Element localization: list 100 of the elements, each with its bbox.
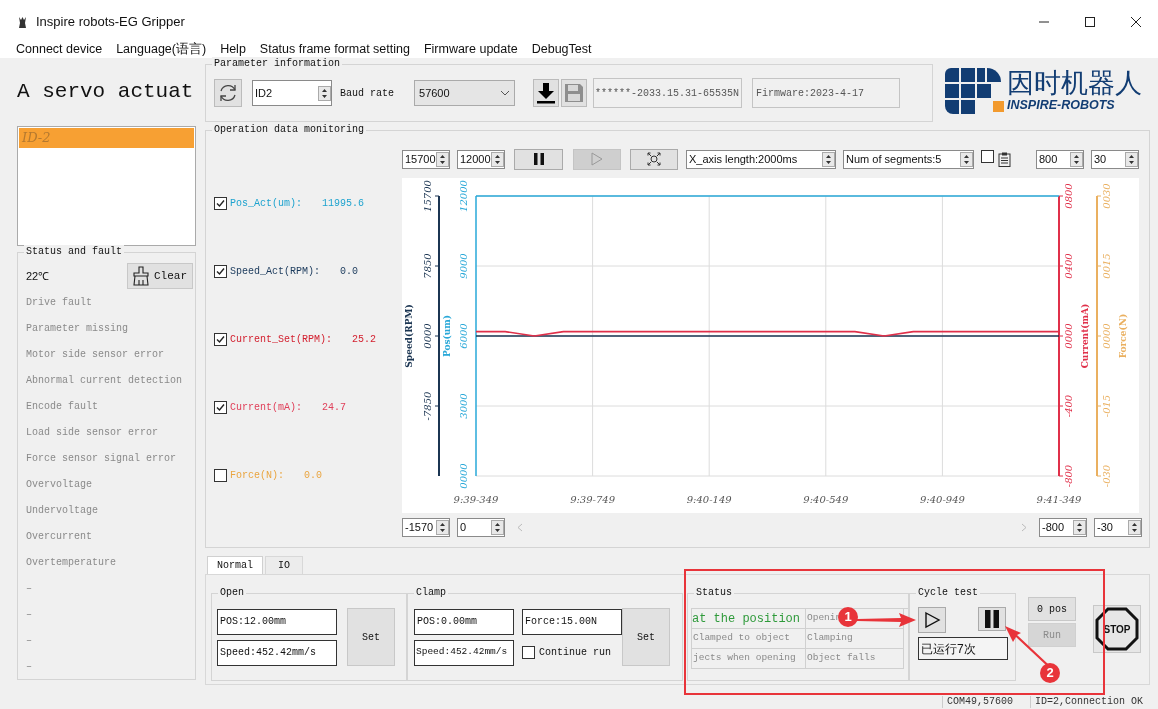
maximize-icon[interactable] (1084, 16, 1096, 28)
play-icon (590, 152, 604, 166)
number-field[interactable]: 0 (457, 517, 505, 537)
axis-title: Force(N) (1117, 313, 1128, 359)
firmware-field[interactable]: Firmware:2023-4-17 (752, 78, 900, 108)
signal-label: Speed_Act(RPM): (230, 264, 320, 279)
axis-tick-label: 0400 (1062, 253, 1074, 279)
fault-label: Undervoltage (26, 503, 98, 518)
tab[interactable]: IO (265, 556, 303, 574)
pause-button[interactable] (514, 148, 563, 170)
set-button[interactable]: Set (622, 608, 670, 666)
speed-field[interactable]: Speed:452.42mm/s (414, 639, 514, 666)
number-field[interactable]: 12000 (457, 149, 505, 169)
logo-icon (945, 68, 1005, 114)
fault-label: – (26, 659, 32, 674)
stop-button[interactable]: STOP (1093, 605, 1141, 653)
clear-button[interactable]: Clear (127, 263, 193, 289)
tab[interactable]: Normal (207, 556, 263, 574)
number-field[interactable]: 30 (1091, 149, 1139, 169)
pause-button[interactable] (978, 607, 1006, 631)
status-bar-text: ID=2,Connection OK (1030, 696, 1152, 708)
fault-label: Encode fault (26, 399, 98, 414)
fault-label: Overtemperature (26, 555, 116, 570)
x-tick-label: 9:40-149 (686, 494, 732, 505)
octagon-icon (1095, 607, 1139, 651)
status-cell: at the position (692, 609, 806, 629)
signal-label: Current_Set(RPM): (230, 332, 333, 347)
checkbox[interactable] (214, 468, 227, 482)
x-tick-label: 9:39-349 (453, 494, 499, 505)
menu-item[interactable]: Status frame format setting (259, 39, 410, 59)
axis-tick-label: 6000 (457, 323, 469, 349)
number-field[interactable]: -1570 (402, 517, 450, 537)
signal-value: 0.0 (304, 468, 323, 483)
zero-position-button[interactable]: 0 pos (1028, 597, 1076, 621)
position-field[interactable]: POS:0.00mm (414, 608, 514, 635)
number-field[interactable]: X_axis length:2000ms (686, 149, 836, 169)
baud-rate-label: Baud rate (340, 86, 394, 101)
fault-label: – (26, 633, 32, 648)
number-field[interactable]: -30 (1094, 517, 1142, 537)
menu-item[interactable]: DebugTest (531, 39, 592, 59)
chevron-right-icon (1021, 522, 1027, 532)
fault-label: – (26, 581, 32, 596)
signal-value: 0.0 (340, 264, 359, 279)
checkbox[interactable] (214, 332, 227, 346)
axis-tick-label: 15700 (421, 180, 433, 212)
x-tick-label: 9:40-549 (803, 494, 849, 505)
number-field[interactable]: ID2 (252, 80, 332, 106)
refresh-button[interactable] (214, 79, 242, 107)
checkbox[interactable] (214, 196, 227, 210)
checkbox[interactable] (214, 400, 227, 414)
axis-tick-label: -400 (1062, 394, 1074, 418)
checkbox[interactable] (522, 646, 535, 659)
spin-arrows-icon (960, 151, 973, 167)
status-cell: Clamped to object (692, 629, 806, 649)
axis-tick-label: 9000 (457, 253, 469, 279)
menu-item[interactable]: Connect device (16, 39, 103, 59)
spin-arrows-icon (1125, 151, 1138, 167)
group-title: Clamp (414, 586, 448, 600)
force-field[interactable]: Force:15.00N (522, 608, 622, 635)
fit-button[interactable] (630, 148, 678, 170)
menu-item[interactable]: Help (220, 39, 246, 59)
position-field[interactable]: POS:12.00mm (217, 608, 337, 635)
fault-label: Motor side sensor error (26, 347, 165, 362)
play-icon (923, 611, 941, 629)
baud-rate-dropdown[interactable]: 57600 (414, 80, 515, 106)
number-field[interactable]: 15700 (402, 149, 450, 169)
axis-tick-label: 0000 (421, 323, 433, 349)
signal-value: 25.2 (352, 332, 377, 347)
menu-item[interactable]: Language(语言) (116, 39, 207, 59)
serial-number-field[interactable]: ******-2033.15.31-65535N (593, 78, 742, 108)
fault-label: Drive fault (26, 295, 92, 310)
axis-tick-label: 7850 (421, 253, 433, 279)
number-field[interactable]: -800 (1039, 517, 1087, 537)
annotation-badge: 2 (1040, 663, 1060, 683)
spin-arrows-icon (1070, 151, 1083, 167)
number-field[interactable]: 800 (1036, 149, 1084, 169)
axis-tick-label: -015 (1100, 394, 1112, 418)
spin-arrows-icon (436, 519, 449, 535)
fault-label: Overvoltage (26, 477, 92, 492)
axis-title: Speed(RPM) (403, 304, 414, 368)
download-button[interactable] (533, 79, 559, 107)
menu-item[interactable]: Firmware update (423, 39, 518, 59)
play-button[interactable] (918, 607, 946, 633)
number-field[interactable]: Num of segments:5 (843, 149, 974, 169)
speed-field[interactable]: Speed:452.42mm/s (217, 639, 337, 666)
set-button[interactable]: Set (347, 608, 395, 666)
checkbox[interactable] (214, 264, 227, 278)
run-count-field: 已运行7次 (918, 637, 1008, 660)
x-tick-label: 9:40-949 (919, 494, 965, 505)
logo-subtitle: INSPIRE-ROBOTS (1007, 98, 1116, 112)
status-cell: Clamping (806, 629, 904, 649)
broom-icon (131, 266, 151, 286)
spin-arrows-icon (318, 85, 331, 101)
checkbox[interactable] (981, 150, 994, 163)
fault-label: Abnormal current detection (26, 373, 183, 388)
clipboard-icon[interactable] (998, 151, 1011, 167)
axis-tick-label: 0015 (1100, 253, 1112, 279)
axis-tick-label: 0000 (457, 463, 469, 489)
close-icon[interactable] (1130, 16, 1142, 28)
status-cell: Object falls (806, 649, 904, 669)
